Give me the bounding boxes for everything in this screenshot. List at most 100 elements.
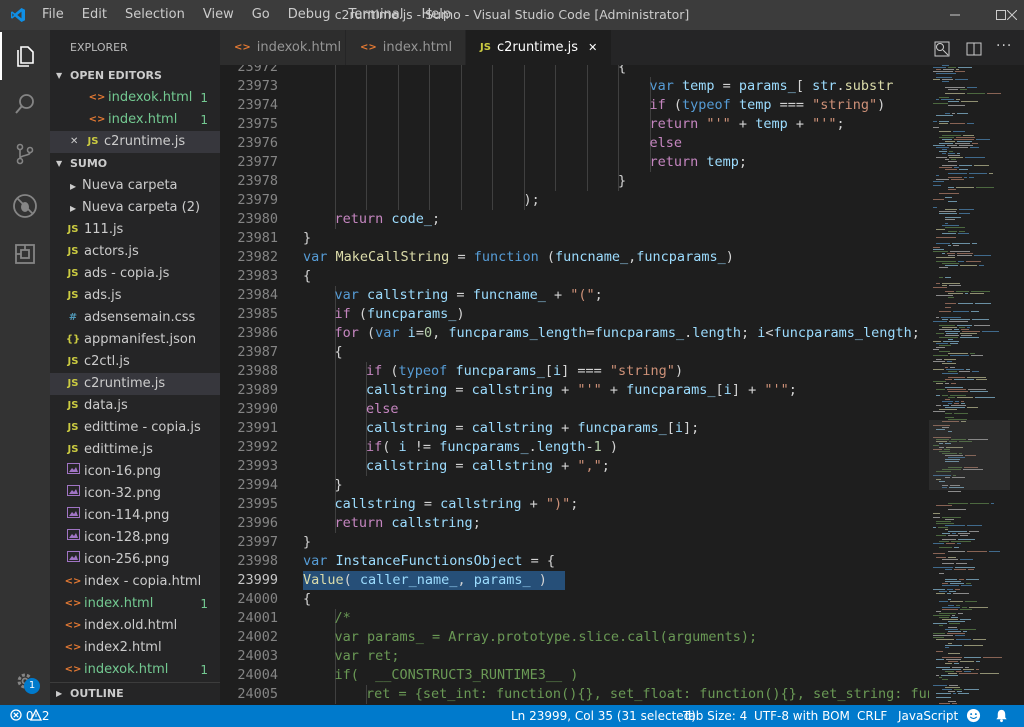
file-tree-item[interactable]: <> index.old.html [50, 615, 220, 637]
indent-guide [397, 65, 399, 77]
minimap-line [991, 503, 994, 504]
file-tree-item[interactable]: {} appmanifest.json [50, 329, 220, 351]
minimap-line [933, 287, 947, 288]
menu-item-go[interactable]: Go [243, 0, 279, 30]
menu-item-selection[interactable]: Selection [116, 0, 194, 30]
file-name: edittime.js [84, 442, 153, 457]
menu-item-help[interactable]: Help [412, 0, 460, 30]
code-token: funcparams_ [626, 382, 716, 398]
minimap-line [936, 179, 949, 180]
menu-item-debug[interactable]: Debug [279, 0, 340, 30]
indent-guide [492, 96, 493, 115]
file-tree-item[interactable]: JS data.js [50, 395, 220, 417]
debug-activity-button[interactable] [0, 182, 50, 230]
chevron-right-icon: ▸ [69, 179, 77, 193]
file-tree-item[interactable]: JS edittime - copia.js [50, 417, 220, 439]
code-line: 23991 callstring = callstring + funcparam… [220, 419, 929, 438]
minimap-line [936, 243, 950, 244]
minimap-line [952, 243, 970, 244]
file-tree-item[interactable]: icon-16.png [50, 461, 220, 483]
menu-item-edit[interactable]: Edit [73, 0, 116, 30]
file-tree-item[interactable]: icon-128.png [50, 527, 220, 549]
file-tree-item[interactable]: ▸ Nueva carpeta [50, 175, 220, 197]
bell-icon[interactable] [994, 708, 1009, 727]
folder-header[interactable]: ▼ SUMO [50, 153, 220, 175]
search-activity-button[interactable] [0, 80, 50, 128]
folder-label: SUMO [70, 157, 108, 170]
file-tree-item[interactable]: JS c2ctl.js [50, 351, 220, 373]
image-file-icon [64, 527, 82, 549]
file-tree-item[interactable]: icon-114.png [50, 505, 220, 527]
more-actions-icon[interactable]: ··· [996, 38, 1012, 54]
file-tree-item[interactable]: icon-32.png [50, 483, 220, 505]
minimap-line [956, 291, 969, 292]
feedback-smiley-icon[interactable] [966, 708, 981, 727]
open-changes-icon[interactable] [934, 41, 950, 57]
minimap-line [942, 689, 952, 690]
file-tree-item[interactable]: <> index2.html [50, 637, 220, 659]
close-icon[interactable]: ✕ [588, 41, 597, 54]
indent-guide [492, 134, 493, 153]
open-editors-header[interactable]: ▼ OPEN EDITORS [50, 65, 220, 87]
tab-size[interactable]: Tab Size: 4 [683, 705, 747, 727]
open-editor-item[interactable]: ✕ JS c2runtime.js [50, 131, 220, 153]
outline-header[interactable]: ▶ OUTLINE [50, 682, 220, 704]
close-icon[interactable]: ✕ [70, 131, 84, 153]
minimize-button[interactable] [932, 0, 978, 30]
cursor-position[interactable]: Ln 23999, Col 35 (31 selected) [511, 705, 696, 727]
minimap-line [942, 609, 958, 610]
file-tree-item[interactable]: JS edittime.js [50, 439, 220, 461]
tab-index-html[interactable]: <> index.html [346, 30, 466, 65]
code-line: 24003 var ret; [220, 647, 929, 666]
activity-bar: 1 [0, 30, 50, 705]
file-tree-item[interactable]: JS ads.js [50, 285, 220, 307]
open-editor-item[interactable]: <> indexok.html 1 [50, 87, 220, 109]
file-tree-item[interactable]: ▸ Nueva carpeta (2) [50, 197, 220, 219]
minimap-slider[interactable] [929, 420, 1010, 490]
file-tree-item[interactable]: <> index - copia.html [50, 571, 220, 593]
menu-item-view[interactable]: View [194, 0, 243, 30]
file-tree-item[interactable]: JS actors.js [50, 241, 220, 263]
file-tree-item[interactable]: JS c2runtime.js [50, 373, 220, 395]
open-editor-item[interactable]: <> index.html 1 [50, 109, 220, 131]
explorer-activity-button[interactable] [0, 32, 50, 80]
file-tree-item[interactable]: JS ads - copia.js [50, 263, 220, 285]
line-endings[interactable]: CRLF [857, 705, 887, 727]
line-number: 23984 [237, 287, 278, 303]
code-editor[interactable]: 23972{23973 var temp = params_[ str.subst… [220, 65, 929, 705]
split-editor-icon[interactable] [966, 41, 982, 57]
file-tree-item[interactable]: JS 111.js [50, 219, 220, 241]
minimap-line [941, 675, 958, 676]
source-control-activity-button[interactable] [0, 130, 50, 178]
minimap-line [933, 79, 940, 80]
close-window-button[interactable] [1000, 0, 1024, 30]
file-tree-item[interactable]: # adsensemain.css [50, 307, 220, 329]
minimap-line [933, 67, 946, 68]
encoding[interactable]: UTF-8 with BOM [754, 705, 850, 727]
code-token: return [334, 515, 392, 531]
code-token: + [552, 382, 578, 398]
file-tree-item[interactable]: <> indexok.html 1 [50, 659, 220, 681]
problem-count-badge: 1 [200, 113, 208, 127]
extensions-activity-button[interactable] [0, 230, 50, 278]
indent-guide [429, 153, 430, 172]
code-token: "(" [570, 287, 595, 303]
code-token: funcname_ [555, 249, 629, 265]
minimap-line [957, 113, 968, 114]
menu-item-file[interactable]: File [33, 0, 73, 30]
minimap-line [957, 153, 960, 154]
language-mode[interactable]: JavaScript [898, 705, 958, 727]
tab-indexok-html[interactable]: <> indexok.html [220, 30, 346, 65]
minimap-line [945, 581, 961, 582]
problems-indicator[interactable]: 0 2 [10, 705, 49, 727]
file-tree-item[interactable]: icon-256.png [50, 549, 220, 571]
code-token: ( [390, 363, 399, 379]
code-token: ); [523, 192, 540, 208]
minimap-line [933, 517, 940, 518]
menu-item-terminal[interactable]: Terminal [340, 0, 413, 30]
minimap[interactable] [929, 65, 1024, 705]
tab-c2runtime-js[interactable]: JS c2runtime.js ✕ [466, 30, 613, 65]
file-tree-item[interactable]: <> index.html 1 [50, 593, 220, 615]
open-editor-label: c2runtime.js [104, 134, 186, 149]
minimap-line [939, 591, 947, 592]
